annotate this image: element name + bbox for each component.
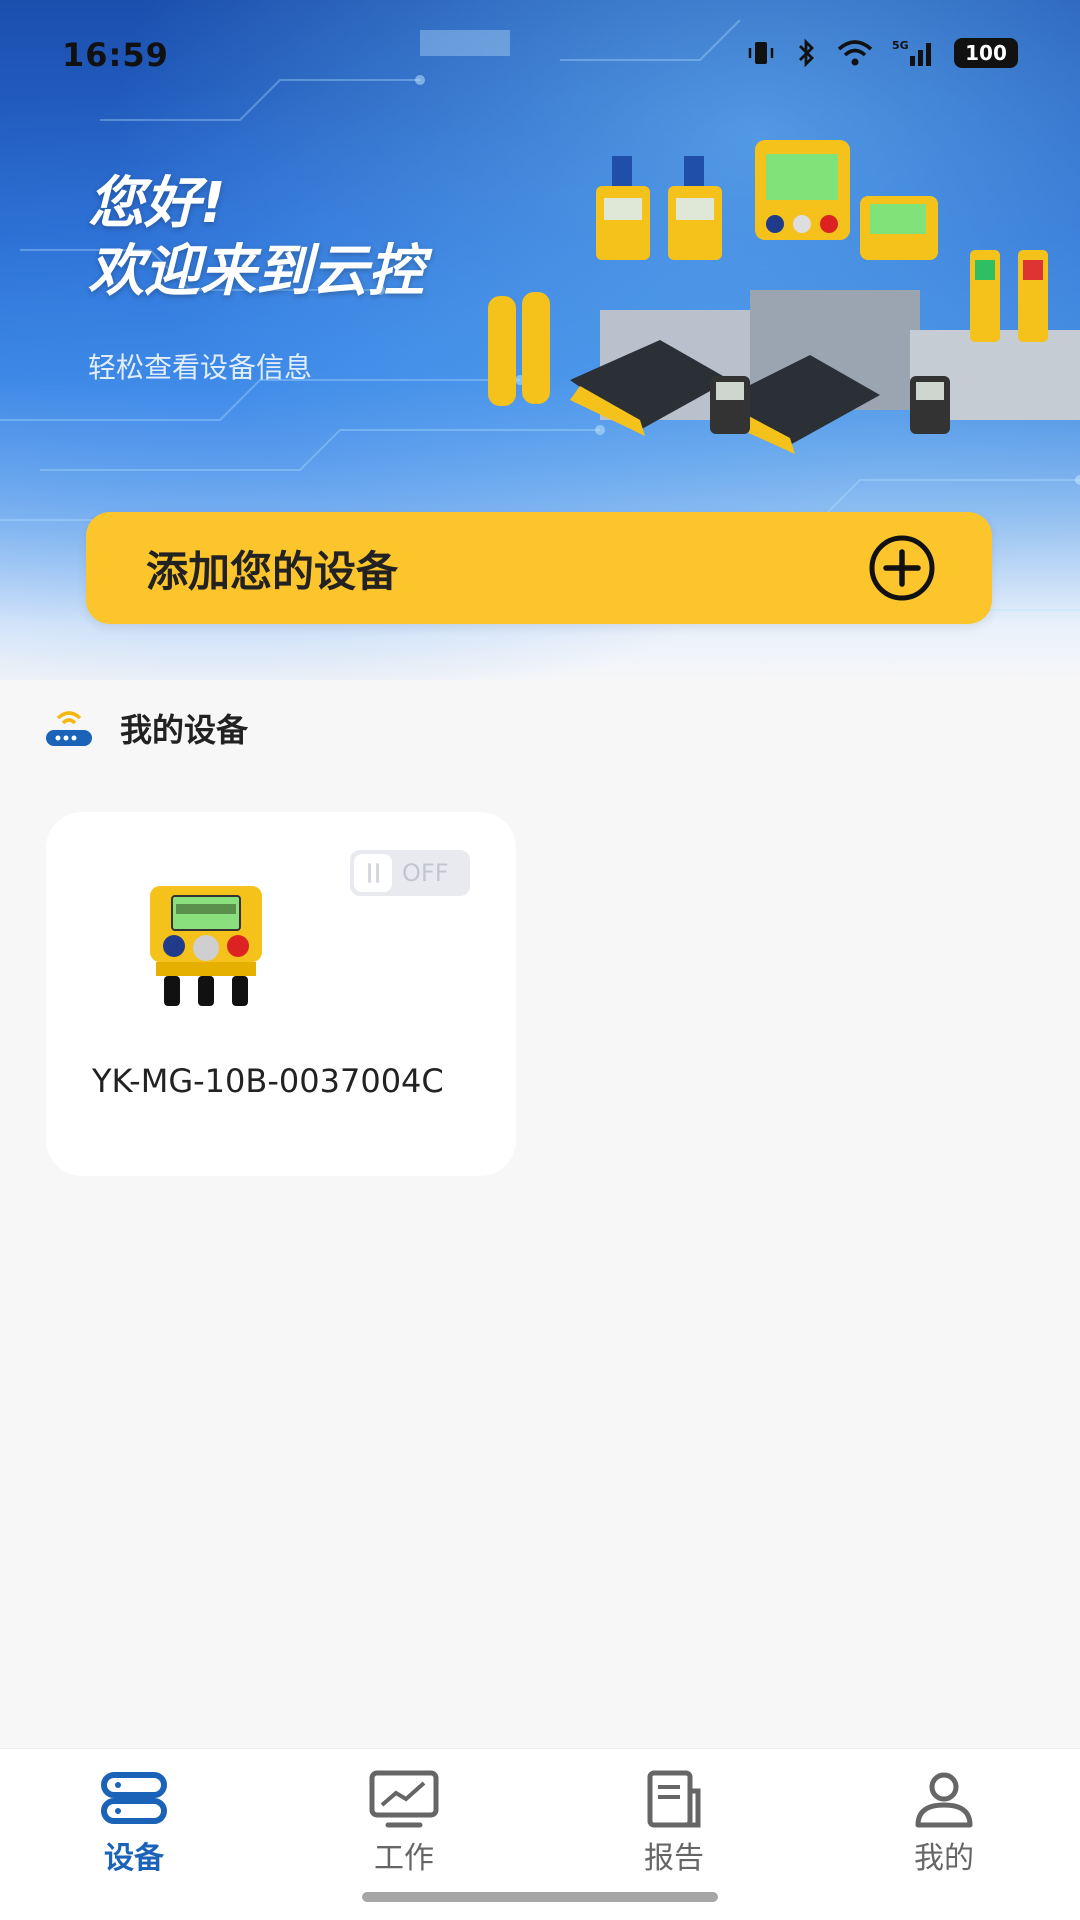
monitor-chart-icon xyxy=(369,1770,439,1828)
nav-label-work: 工作 xyxy=(374,1841,434,1876)
add-device-label: 添加您的设备 xyxy=(146,546,399,596)
toggle-label: OFF xyxy=(402,859,449,887)
nav-item-profile[interactable]: 我的 xyxy=(844,1769,1044,1877)
device-card[interactable]: OFF YK-MG-10B-0037004C xyxy=(46,812,516,1176)
product-lineup-image xyxy=(488,140,1080,454)
toggle-knob xyxy=(354,854,392,892)
nav-label-reports: 报告 xyxy=(644,1841,704,1876)
report-icon xyxy=(647,1770,701,1828)
wifi-icon xyxy=(836,38,874,68)
vibrate-icon xyxy=(746,38,776,68)
device-power-toggle[interactable]: OFF xyxy=(350,850,470,896)
user-icon xyxy=(915,1772,973,1828)
my-devices-title: 我的设备 xyxy=(120,711,249,749)
device-name: YK-MG-10B-0037004C xyxy=(92,1062,444,1100)
bluetooth-icon xyxy=(794,38,818,68)
manifold-gauge-image xyxy=(150,886,262,1006)
router-wifi-icon xyxy=(46,711,92,746)
greeting: 您好! 欢迎来到云控 xyxy=(88,170,424,306)
greeting-line-2: 欢迎来到云控 xyxy=(88,239,424,304)
nav-item-devices[interactable]: 设备 xyxy=(34,1769,234,1877)
status-icons: 5G 100 xyxy=(746,38,1018,68)
home-indicator[interactable] xyxy=(362,1892,718,1902)
plus-circle-icon xyxy=(869,535,935,601)
hero-subtitle: 轻松查看设备信息 xyxy=(88,351,313,384)
nav-label-devices: 设备 xyxy=(104,1841,164,1876)
status-bar: 16:59 5G 100 xyxy=(0,0,1080,110)
status-time: 16:59 xyxy=(62,36,169,74)
device-icon xyxy=(101,1772,167,1824)
nav-item-reports[interactable]: 报告 xyxy=(574,1769,774,1877)
my-devices-header: 我的设备 xyxy=(44,705,248,751)
cellular-signal-icon: 5G xyxy=(892,38,936,68)
svg-text:5G: 5G xyxy=(892,39,909,52)
greeting-line-1: 您好! xyxy=(88,171,226,236)
nav-item-work[interactable]: 工作 xyxy=(304,1769,504,1877)
nav-label-profile: 我的 xyxy=(914,1841,974,1876)
battery-indicator: 100 xyxy=(954,38,1018,68)
add-device-button[interactable]: 添加您的设备 xyxy=(86,512,992,624)
